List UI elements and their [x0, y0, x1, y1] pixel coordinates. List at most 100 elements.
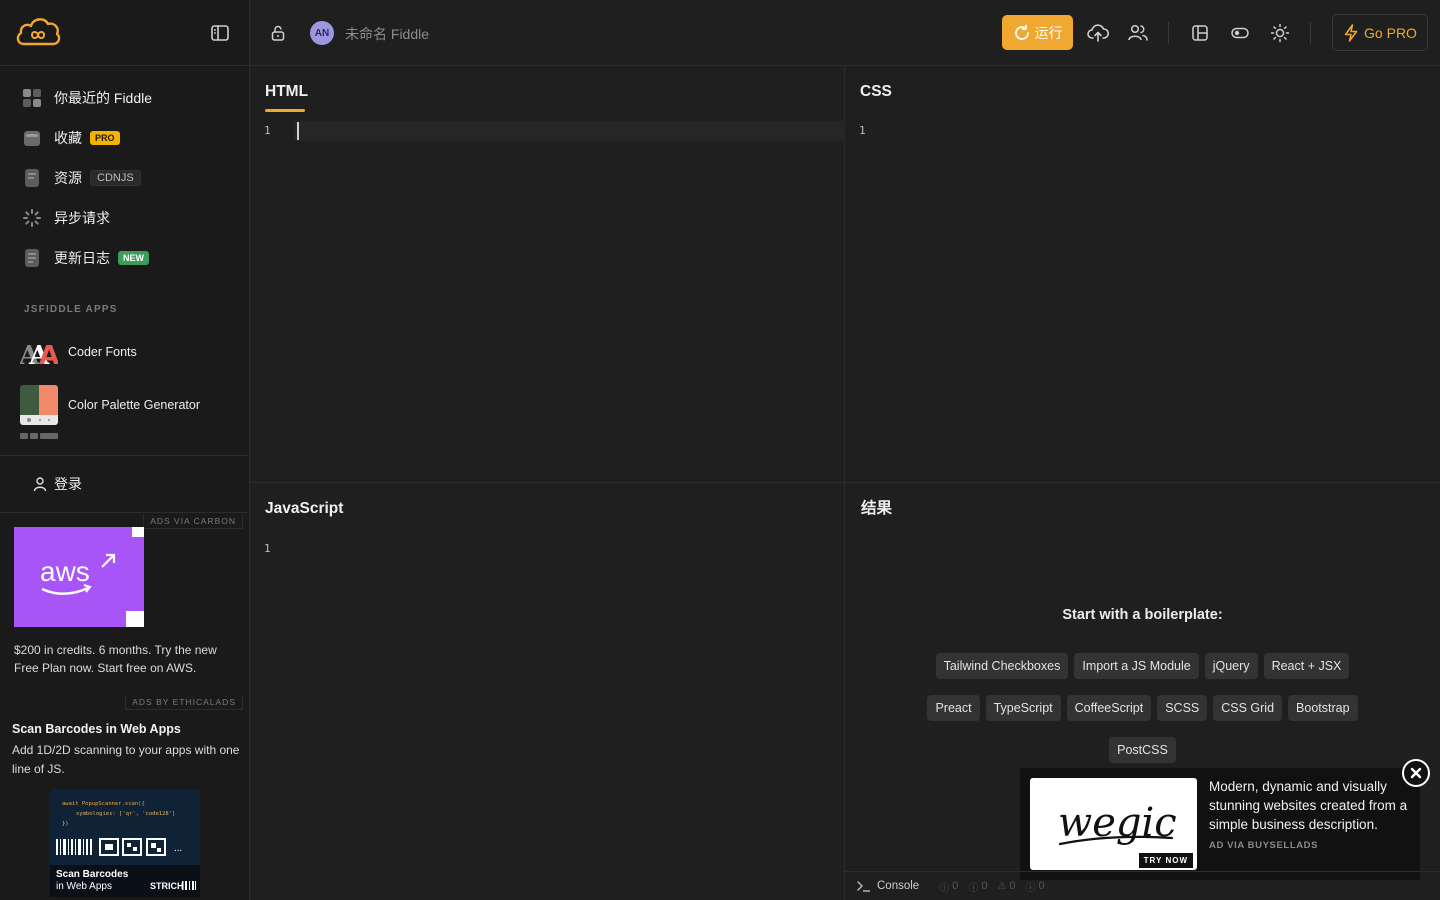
go-pro-button[interactable]: Go PRO — [1332, 14, 1428, 51]
css-editor[interactable] — [889, 121, 1440, 481]
aws-ad-text[interactable]: $200 in credits. 6 months. Try the new F… — [14, 641, 239, 677]
sidebar-nav: 你最近的 Fiddle 收藏 PRO 资源 CDNJS 异步请求 更新日志 NE… — [0, 66, 249, 278]
apps-section-title: JSFIDDLE APPS — [24, 304, 118, 315]
text-cursor — [297, 122, 299, 140]
ethical-code-line: await PopupScanner.scan({ — [62, 801, 145, 807]
boilerplate-row: PostCSS — [845, 737, 1440, 763]
count-value: 0 — [1038, 880, 1045, 892]
run-button[interactable]: 运行 — [1002, 15, 1073, 50]
info-icon: ⓘ — [939, 882, 950, 894]
app-item-label: Color Palette Generator — [68, 397, 201, 412]
app-item-color-palette[interactable]: Color Palette Generator — [0, 378, 249, 431]
javascript-editor[interactable] — [294, 538, 845, 898]
html-editor[interactable] — [294, 121, 845, 141]
result-panel-title[interactable]: 结果 — [861, 496, 892, 518]
sun-icon — [1270, 23, 1290, 43]
html-panel-title[interactable]: HTML — [265, 83, 308, 101]
login-label: 登录 — [54, 476, 82, 492]
go-pro-label: Go PRO — [1364, 24, 1417, 41]
aws-ad-image[interactable]: aws — [14, 527, 144, 627]
sidebar-item-favorites[interactable]: 收藏 PRO — [0, 118, 249, 158]
ad-popup-via[interactable]: AD VIA BUYSELLADS — [1209, 840, 1318, 851]
wegic-logo-text: wegic — [1058, 800, 1177, 846]
css-panel: CSS 1 — [845, 66, 1440, 483]
layout-button[interactable] — [1189, 22, 1211, 44]
terminal-icon — [857, 881, 870, 892]
ethical-image-title: Scan Barcodes — [56, 869, 129, 880]
ad-popup-text[interactable]: Modern, dynamic and visually stunning we… — [1209, 777, 1414, 834]
boilerplate-chip[interactable]: Tailwind Checkboxes — [935, 653, 1069, 679]
console-log-count: ⓘ 0 — [968, 879, 987, 894]
sidebar-item-recent[interactable]: 你最近的 Fiddle — [0, 78, 249, 118]
boilerplate-row: Tailwind Checkboxes Import a JS Module j… — [845, 653, 1440, 679]
javascript-panel: JavaScript 1 — [250, 483, 845, 900]
javascript-panel-title[interactable]: JavaScript — [265, 500, 343, 518]
wegic-ad-image[interactable]: wegic TRY NOW — [1030, 778, 1197, 870]
users-icon — [1128, 24, 1148, 41]
ethical-ad-image[interactable]: await PopupScanner.scan({ symbologies: [… — [50, 789, 200, 897]
active-tab-indicator — [265, 109, 305, 112]
toggle-icon — [1231, 27, 1249, 39]
try-now-label[interactable]: TRY NOW — [1138, 853, 1193, 868]
ethical-code-line: symbologies: ['qr', 'code128'] — [76, 811, 175, 817]
fiddle-name[interactable]: 未命名 Fiddle — [345, 24, 429, 44]
boilerplate-chip[interactable]: PostCSS — [1109, 737, 1176, 763]
sidebar-item-label: 资源 — [54, 170, 82, 186]
grid-icon — [23, 89, 41, 107]
toolbar-divider — [1168, 22, 1169, 44]
log-icon: ⓘ — [968, 882, 979, 894]
boilerplate-chip[interactable]: jQuery — [1204, 653, 1258, 679]
layout-icon — [1192, 25, 1208, 41]
sidebar-item-changelog[interactable]: 更新日志 NEW — [0, 238, 249, 278]
lock-button[interactable] — [267, 22, 289, 44]
boilerplate-chip[interactable]: SCSS — [1157, 695, 1208, 721]
sidebar-item-resources[interactable]: 资源 CDNJS — [0, 158, 249, 198]
count-value: 0 — [952, 880, 959, 892]
lock-icon — [271, 25, 285, 41]
boilerplate-chip[interactable]: CSS Grid — [1213, 695, 1283, 721]
ad-ethical-label[interactable]: ADS BY ETHICALADS — [125, 695, 243, 710]
boilerplate-title: Start with a boilerplate: — [1062, 607, 1223, 623]
boilerplate-row: Preact TypeScript CoffeeScript SCSS CSS … — [845, 695, 1440, 721]
ad-popup[interactable]: wegic TRY NOW Modern, dynamic and visual… — [1020, 768, 1420, 880]
console-label: Console — [877, 880, 920, 892]
boilerplate-chip[interactable]: Preact — [927, 695, 980, 721]
sidebar: 你最近的 Fiddle 收藏 PRO 资源 CDNJS 异步请求 更新日志 NE… — [0, 0, 250, 900]
console-bar[interactable]: Console ⓘ 0 ⓘ 0 ⚠ 0 ⓘ 0 — [845, 871, 1440, 900]
avatar[interactable]: AN — [310, 21, 334, 45]
sidebar-item-async[interactable]: 异步请求 — [0, 198, 249, 238]
boilerplate-chip[interactable]: CoffeeScript — [1066, 695, 1152, 721]
file-icon — [25, 169, 39, 187]
line-number: 1 — [859, 124, 866, 137]
boilerplate-chip[interactable]: TypeScript — [985, 695, 1061, 721]
app-item-coder-fonts[interactable]: A A A Coder Fonts — [0, 325, 249, 378]
color-palette-thumbnail — [20, 384, 58, 425]
line-number: 1 — [264, 124, 271, 137]
login-button[interactable]: 登录 — [0, 455, 250, 513]
toolbar-divider — [1310, 22, 1311, 44]
jsfiddle-logo-icon[interactable] — [14, 14, 62, 50]
collaborate-button[interactable] — [1127, 22, 1149, 44]
archive-icon — [24, 131, 40, 146]
ad-close-button[interactable] — [1402, 759, 1430, 787]
topbar: AN 未命名 Fiddle 运行 Go PRO — [250, 0, 1440, 66]
count-value: 0 — [981, 880, 988, 892]
svg-text:...: ... — [174, 843, 182, 854]
ethical-code-line: }) — [62, 821, 69, 827]
save-button[interactable] — [1087, 22, 1109, 44]
boilerplate-chip[interactable]: React + JSX — [1263, 653, 1350, 679]
sidebar-item-label: 收藏 — [54, 130, 82, 146]
ad-carbon-label[interactable]: ADS VIA CARBON — [143, 514, 243, 529]
css-panel-title[interactable]: CSS — [860, 83, 892, 101]
ethical-ad-title[interactable]: Scan Barcodes in Web Apps — [12, 722, 181, 736]
user-icon — [33, 477, 47, 492]
count-value: 0 — [1009, 880, 1016, 892]
boilerplate-chip[interactable]: Import a JS Module — [1074, 653, 1199, 679]
settings-toggle-button[interactable] — [1229, 22, 1251, 44]
sidebar-toggle-icon[interactable] — [209, 23, 231, 43]
theme-button[interactable] — [1269, 22, 1291, 44]
close-icon — [1410, 767, 1422, 779]
error-icon: ⓘ — [1025, 882, 1036, 894]
sidebar-item-label: 你最近的 Fiddle — [54, 90, 153, 106]
boilerplate-chip[interactable]: Bootstrap — [1288, 695, 1358, 721]
